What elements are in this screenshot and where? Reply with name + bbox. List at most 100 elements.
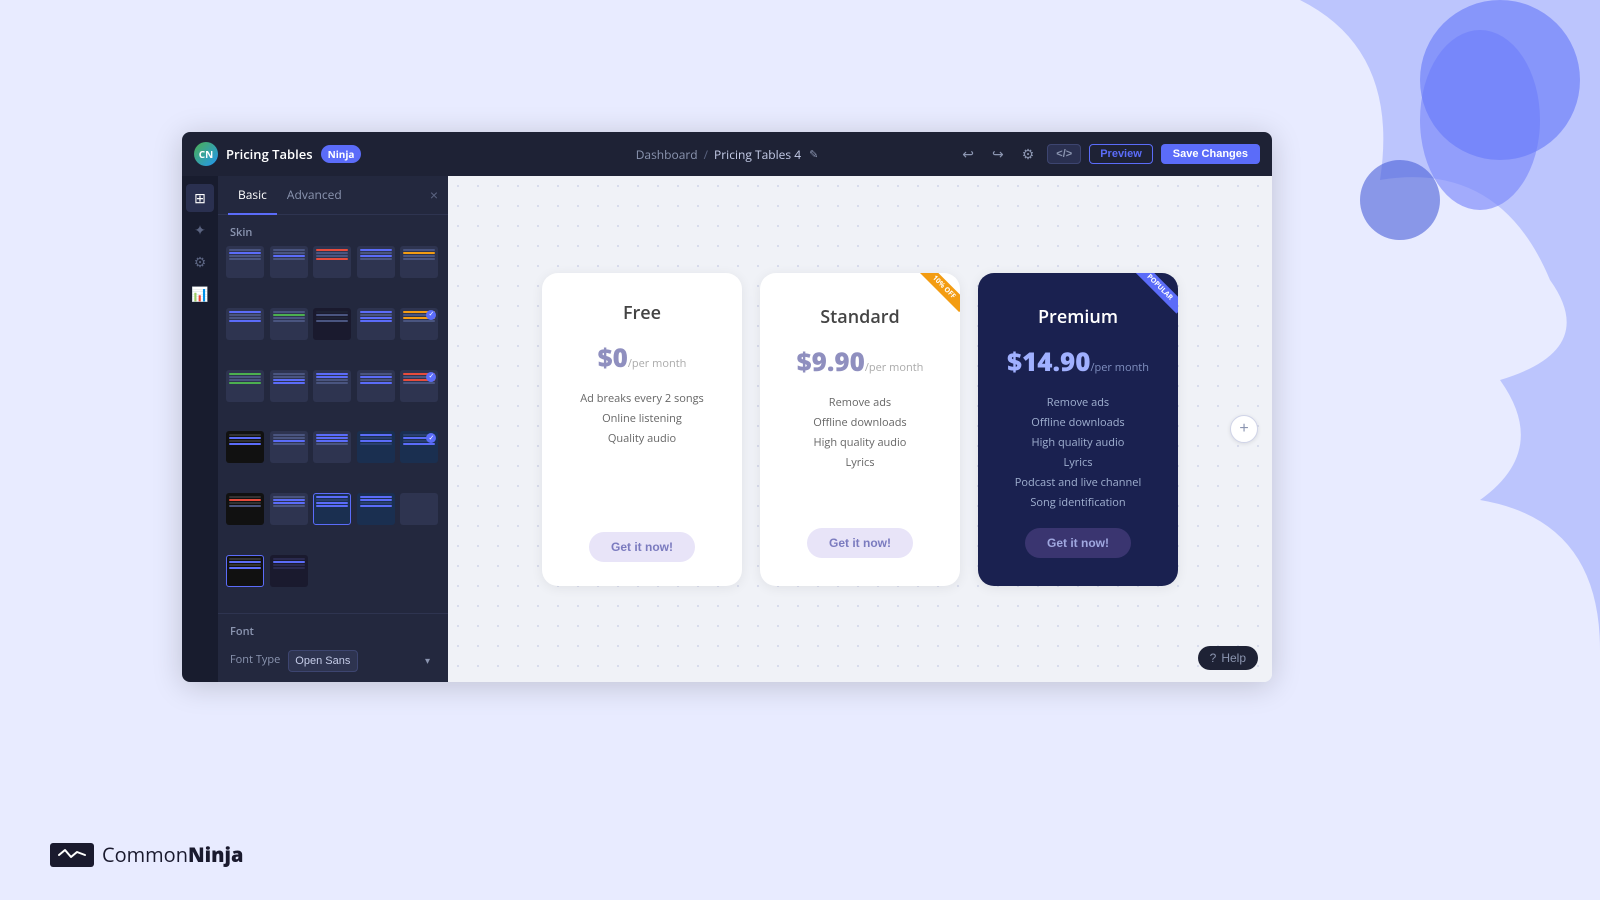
- page-wrapper: CN Pricing Tables Ninja Dashboard / Pric…: [0, 0, 1600, 900]
- premium-feature-3: High quality audio: [1002, 435, 1154, 450]
- help-icon: ?: [1210, 651, 1217, 665]
- skin-grid: ✓ ✓ ✓: [218, 246, 448, 613]
- edit-icon[interactable]: ✎: [809, 147, 818, 162]
- ninja-badge: Ninja: [321, 145, 362, 163]
- premium-title: Premium: [1038, 305, 1118, 329]
- font-type-select[interactable]: Open Sans Roboto Lato Montserrat: [288, 650, 358, 672]
- skin-item-15[interactable]: ✓: [400, 370, 438, 402]
- skin-item-27[interactable]: [270, 555, 308, 587]
- skin-item-14[interactable]: [357, 370, 395, 402]
- breadcrumb-current: Pricing Tables 4: [714, 146, 801, 163]
- standard-cta-button[interactable]: Get it now!: [807, 528, 913, 558]
- app-window: CN Pricing Tables Ninja Dashboard / Pric…: [182, 132, 1272, 682]
- font-type-label: Font Type: [230, 652, 280, 667]
- help-label: Help: [1221, 651, 1246, 665]
- skin-item-24[interactable]: [357, 493, 395, 525]
- standard-feature-4: Lyrics: [784, 455, 936, 470]
- standard-ribbon: 10% OFF: [910, 273, 960, 323]
- skin-item-11[interactable]: [226, 370, 264, 402]
- standard-ribbon-label: 10% OFF: [918, 273, 960, 312]
- premium-feature-1: Remove ads: [1002, 395, 1154, 410]
- free-feature-3: Quality audio: [566, 431, 718, 446]
- standard-price: $9.90/per month: [797, 343, 924, 379]
- skin-item-25[interactable]: [400, 493, 438, 525]
- skin-item-17[interactable]: [270, 431, 308, 463]
- brand-logo: CommonNinja: [50, 841, 244, 868]
- pricing-card-free: Free $0/per month Ad breaks every 2 song…: [542, 273, 742, 586]
- premium-ribbon: POPULAR: [1128, 273, 1178, 323]
- skin-item-5[interactable]: [400, 246, 438, 278]
- settings-button[interactable]: ⚙: [1017, 143, 1040, 166]
- app-body: ⊞ ✦ ⚙ 📊 Basic Advanced × Skin: [182, 176, 1272, 682]
- add-column-button[interactable]: +: [1230, 415, 1258, 443]
- free-cta-button[interactable]: Get it now!: [589, 532, 695, 562]
- panel-close-button[interactable]: ×: [430, 187, 438, 203]
- skin-item-7[interactable]: [270, 308, 308, 340]
- undo-button[interactable]: ↩: [957, 143, 979, 166]
- pricing-card-standard: 10% OFF Standard $9.90/per month Remove …: [760, 273, 960, 586]
- skin-item-9[interactable]: [357, 308, 395, 340]
- font-section: Font Font Type Open Sans Roboto Lato Mon…: [218, 613, 448, 682]
- font-section-title: Font: [230, 624, 436, 639]
- skin-section-title: Skin: [218, 215, 448, 246]
- free-title: Free: [623, 301, 661, 325]
- skin-item-23[interactable]: [313, 493, 351, 525]
- sidebar-grid-button[interactable]: ⊞: [186, 184, 214, 212]
- skin-item-21[interactable]: [226, 493, 264, 525]
- premium-feature-2: Offline downloads: [1002, 415, 1154, 430]
- redo-button[interactable]: ↪: [987, 143, 1009, 166]
- save-button[interactable]: Save Changes: [1161, 144, 1260, 164]
- sidebar-chart-button[interactable]: 📊: [186, 280, 214, 308]
- standard-feature-2: Offline downloads: [784, 415, 936, 430]
- premium-feature-4: Lyrics: [1002, 455, 1154, 470]
- tab-advanced[interactable]: Advanced: [277, 176, 352, 215]
- skin-item-6[interactable]: [226, 308, 264, 340]
- left-panel: Basic Advanced × Skin: [218, 176, 448, 682]
- standard-features: Remove ads Offline downloads High qualit…: [784, 395, 936, 470]
- panel-tabs: Basic Advanced ×: [218, 176, 448, 215]
- skin-item-2[interactable]: [270, 246, 308, 278]
- tab-basic[interactable]: Basic: [228, 176, 277, 215]
- skin-item-13[interactable]: [313, 370, 351, 402]
- sidebar-brush-button[interactable]: ✦: [186, 216, 214, 244]
- premium-ribbon-label: POPULAR: [1133, 273, 1178, 314]
- skin-item-19[interactable]: [357, 431, 395, 463]
- app-logo: CN: [194, 142, 218, 166]
- skin-item-1[interactable]: [226, 246, 264, 278]
- top-bar-right: ↩ ↪ ⚙ </> Preview Save Changes: [957, 143, 1260, 166]
- skin-item-4[interactable]: [357, 246, 395, 278]
- skin-item-18[interactable]: [313, 431, 351, 463]
- brand-name: CommonNinja: [102, 841, 244, 868]
- skin-item-8[interactable]: [313, 308, 351, 340]
- breadcrumb-dashboard: Dashboard: [636, 146, 698, 163]
- skin-item-26[interactable]: [226, 555, 264, 587]
- breadcrumb-separator: /: [704, 146, 708, 163]
- standard-title: Standard: [820, 305, 900, 329]
- free-features: Ad breaks every 2 songs Online listening…: [566, 391, 718, 446]
- skin-item-20[interactable]: ✓: [400, 431, 438, 463]
- preview-button[interactable]: Preview: [1089, 144, 1153, 164]
- skin-item-22[interactable]: [270, 493, 308, 525]
- icon-sidebar: ⊞ ✦ ⚙ 📊: [182, 176, 218, 682]
- premium-cta-button[interactable]: Get it now!: [1025, 528, 1131, 558]
- free-feature-1: Ad breaks every 2 songs: [566, 391, 718, 406]
- font-select-wrapper: Open Sans Roboto Lato Montserrat: [288, 647, 436, 672]
- pricing-card-premium: POPULAR Premium $14.90/per month Remove …: [978, 273, 1178, 586]
- skin-item-10[interactable]: ✓: [400, 308, 438, 340]
- pricing-cards: Free $0/per month Ad breaks every 2 song…: [542, 273, 1178, 586]
- top-bar: CN Pricing Tables Ninja Dashboard / Pric…: [182, 132, 1272, 176]
- breadcrumb: Dashboard / Pricing Tables 4 ✎: [636, 146, 819, 163]
- font-row: Font Type Open Sans Roboto Lato Montserr…: [230, 647, 436, 672]
- standard-feature-1: Remove ads: [784, 395, 936, 410]
- bottom-brand: CommonNinja: [50, 841, 244, 868]
- top-bar-left: CN Pricing Tables Ninja: [194, 142, 361, 166]
- sidebar-gear-button[interactable]: ⚙: [186, 248, 214, 276]
- premium-price: $14.90/per month: [1007, 343, 1149, 379]
- code-button[interactable]: </>: [1047, 144, 1081, 164]
- skin-item-12[interactable]: [270, 370, 308, 402]
- skin-item-16[interactable]: [226, 431, 264, 463]
- help-button[interactable]: ? Help: [1198, 646, 1258, 670]
- standard-feature-3: High quality audio: [784, 435, 936, 450]
- free-price: $0/per month: [598, 339, 687, 375]
- skin-item-3[interactable]: [313, 246, 351, 278]
